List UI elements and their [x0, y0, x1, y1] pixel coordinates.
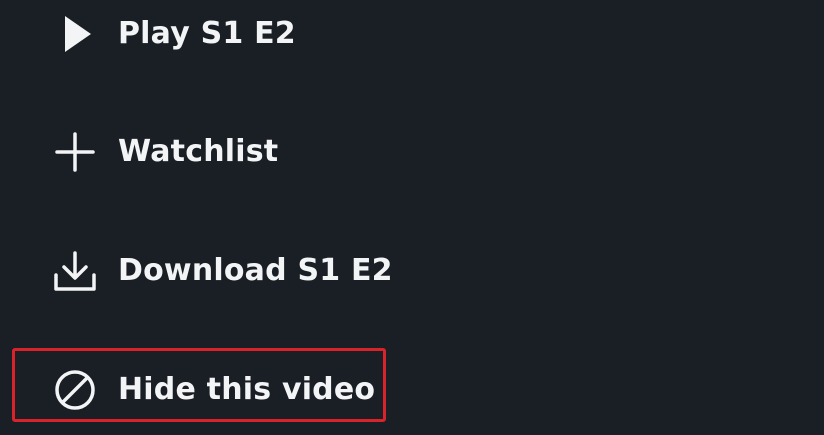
hide-icon: [50, 365, 100, 415]
download-episode-button[interactable]: Download S1 E2: [50, 241, 393, 301]
action-menu: Play S1 E2 Watchlist Download S1 E2 Hide…: [0, 0, 824, 435]
hide-video-label: Hide this video: [118, 372, 376, 407]
play-episode-button[interactable]: Play S1 E2: [50, 4, 296, 64]
download-episode-label: Download S1 E2: [118, 253, 393, 288]
play-icon: [50, 9, 100, 59]
play-episode-label: Play S1 E2: [118, 16, 296, 51]
add-to-watchlist-button[interactable]: Watchlist: [50, 122, 278, 182]
watchlist-label: Watchlist: [118, 134, 279, 169]
plus-icon: [50, 127, 100, 177]
download-icon: [50, 246, 100, 296]
hide-video-button[interactable]: Hide this video: [50, 360, 375, 420]
